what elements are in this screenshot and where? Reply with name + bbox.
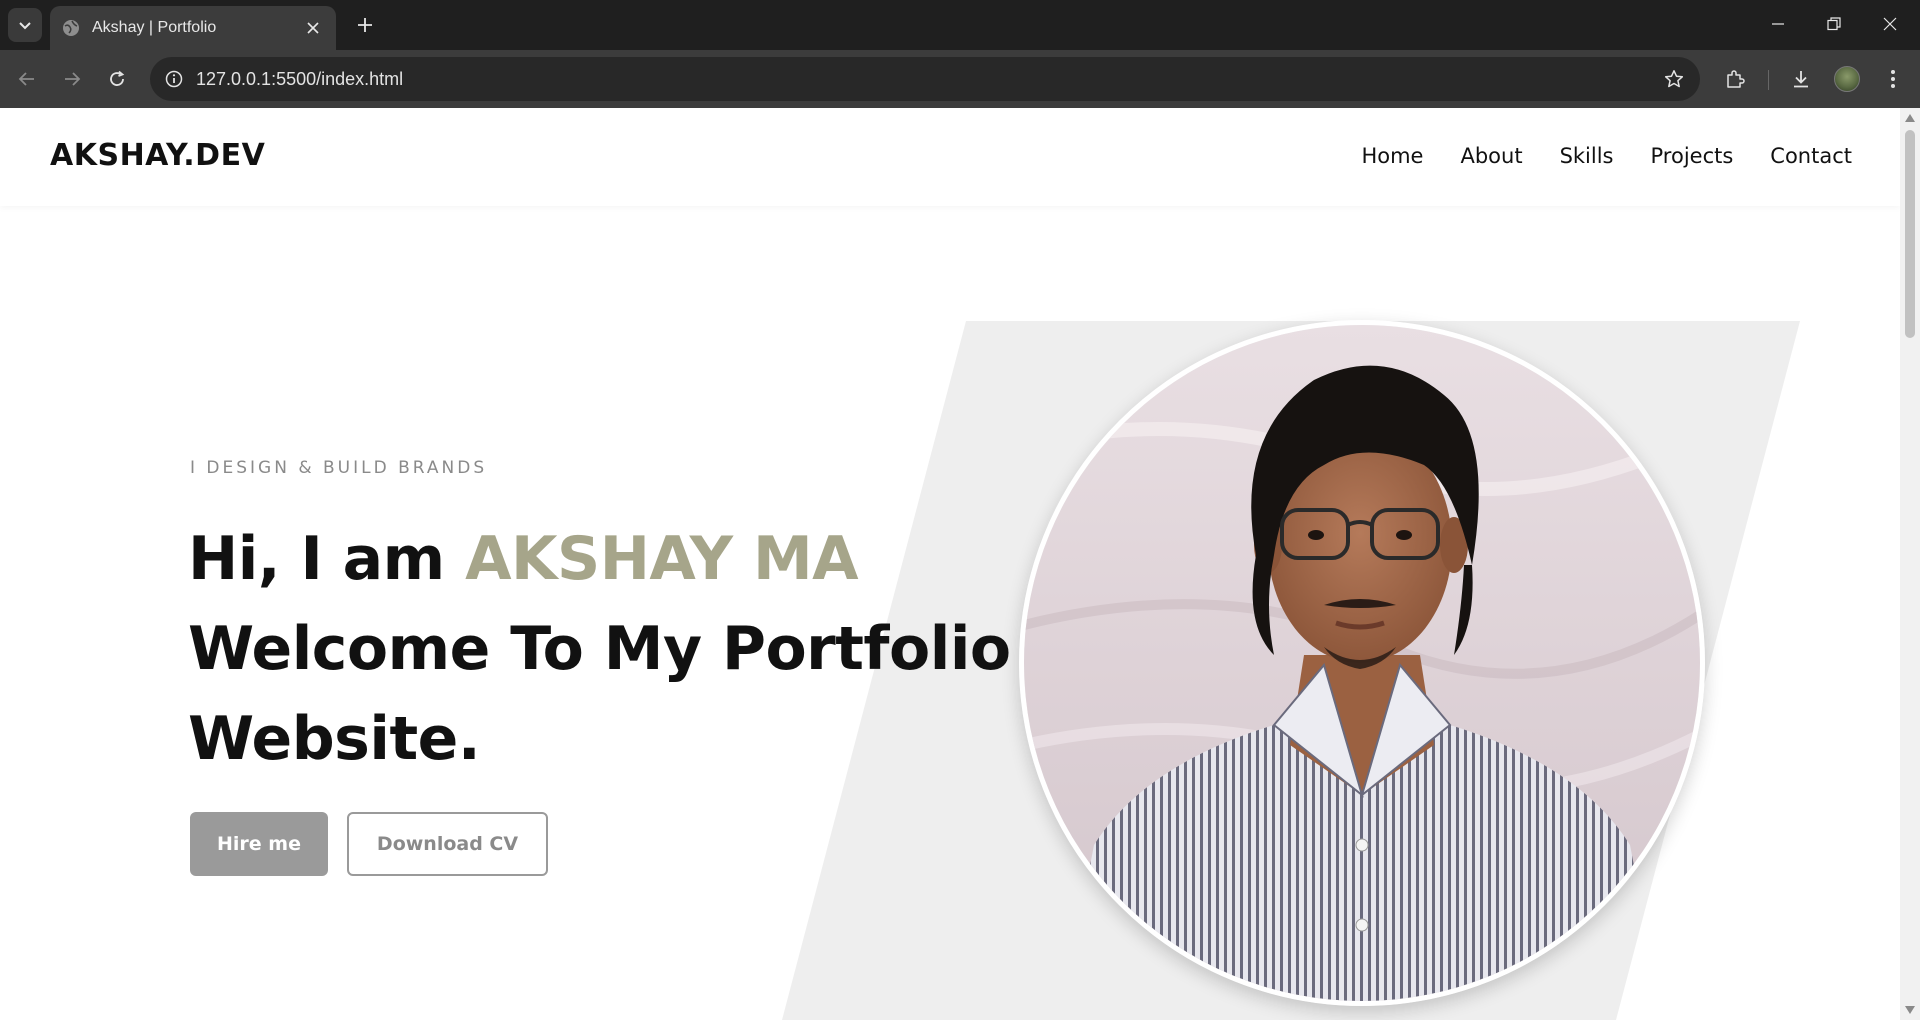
downloads-button[interactable] [1784, 62, 1818, 96]
page-viewport: AKSHAY.DEV Home About Skills Projects Co… [0, 108, 1920, 1020]
nav-link-about[interactable]: About [1460, 144, 1522, 168]
browser-tab[interactable]: Akshay | Portfolio [50, 6, 336, 50]
arrow-right-icon [65, 72, 81, 86]
page-scrollbar[interactable] [1900, 108, 1920, 1020]
site-logo[interactable]: AKSHAY.DEV [50, 138, 265, 173]
browser-toolbar: 127.0.0.1:5500/index.html [0, 50, 1920, 108]
nav-link-skills[interactable]: Skills [1560, 144, 1614, 168]
download-cv-button[interactable]: Download CV [347, 812, 548, 876]
reload-icon [110, 70, 125, 86]
scroll-down-button[interactable] [1904, 1004, 1916, 1016]
download-icon [1794, 71, 1808, 88]
tab-title: Akshay | Portfolio [92, 19, 217, 36]
reload-button[interactable] [100, 62, 134, 96]
scrollbar-thumb[interactable] [1905, 130, 1915, 338]
arrow-left-icon [18, 72, 34, 86]
triangle-down-icon [1905, 1006, 1915, 1014]
site-info-button[interactable] [158, 63, 190, 95]
hero-tagline: I DESIGN & BUILD BRANDS [190, 458, 488, 478]
browser-tab-strip: Akshay | Portfolio [0, 0, 1920, 50]
nav-link-projects[interactable]: Projects [1651, 144, 1734, 168]
restore-icon [1827, 17, 1841, 31]
main-nav: Home About Skills Projects Contact [1361, 144, 1852, 168]
headline-greeting: Hi, I am [188, 524, 466, 594]
address-bar[interactable]: 127.0.0.1:5500/index.html [150, 57, 1700, 101]
minimize-button[interactable] [1750, 0, 1806, 48]
headline-line3: Website. [188, 704, 481, 774]
forward-button[interactable] [55, 62, 89, 96]
menu-button[interactable] [1876, 62, 1910, 96]
back-button[interactable] [10, 62, 44, 96]
tab-close-button[interactable] [302, 17, 324, 39]
url-text[interactable]: 127.0.0.1:5500/index.html [196, 69, 403, 90]
plus-icon [358, 18, 372, 32]
profile-photo [1019, 320, 1705, 1006]
puzzle-icon [1727, 70, 1745, 88]
star-icon [1664, 70, 1684, 88]
chevron-down-icon [19, 22, 31, 30]
close-icon [307, 22, 319, 34]
headline-line2: Welcome To My Portfolio [188, 614, 1011, 684]
extensions-button[interactable] [1718, 62, 1752, 96]
nav-link-contact[interactable]: Contact [1770, 144, 1852, 168]
minimize-icon [1772, 23, 1784, 25]
headline-name: AKSHAY MA [465, 524, 859, 594]
new-tab-button[interactable] [350, 10, 380, 40]
hire-me-button[interactable]: Hire me [190, 812, 328, 876]
window-close-button[interactable] [1862, 0, 1918, 48]
scroll-up-button[interactable] [1904, 112, 1916, 124]
nav-link-home[interactable]: Home [1361, 144, 1423, 168]
close-icon [1883, 17, 1897, 31]
tab-search-button[interactable] [8, 8, 42, 42]
bookmark-button[interactable] [1658, 63, 1690, 95]
portrait-illustration [1024, 325, 1700, 1001]
info-icon [165, 70, 183, 88]
hero-headline: Hi, I am AKSHAY MA Welcome To My Portfol… [188, 514, 1011, 784]
triangle-up-icon [1905, 114, 1915, 122]
restore-button[interactable] [1806, 0, 1862, 48]
toolbar-divider [1768, 70, 1769, 90]
site-header: AKSHAY.DEV Home About Skills Projects Co… [0, 108, 1900, 206]
profile-avatar[interactable] [1834, 66, 1860, 92]
globe-icon [63, 20, 79, 36]
more-vert-icon [1891, 70, 1895, 88]
